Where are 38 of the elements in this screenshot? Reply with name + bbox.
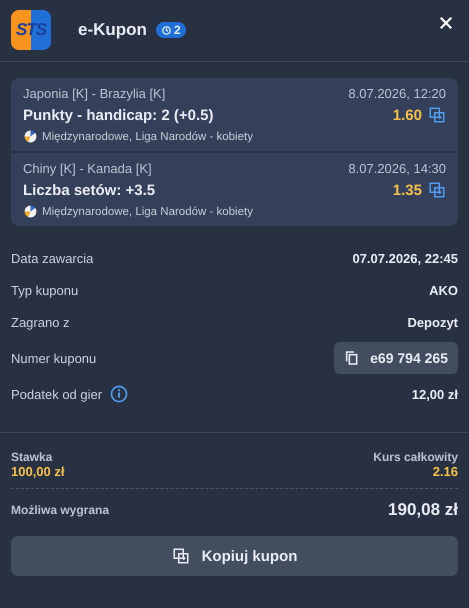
total-odds-label: Kurs całkowity — [373, 450, 458, 464]
league-name: Międzynarodowe, Liga Narodów - kobiety — [42, 130, 253, 142]
copy-icon — [428, 181, 446, 199]
clock-icon — [160, 24, 172, 36]
info-icon — [110, 385, 128, 403]
detail-label: Numer kuponu — [11, 350, 96, 366]
detail-label: Typ kuponu — [11, 282, 78, 298]
possible-win-value: 190,08 zł — [388, 500, 458, 520]
match-name: Japonia [K] - Brazylia [K] — [23, 86, 166, 101]
copy-coupon-button[interactable]: Kopiuj kupon — [11, 536, 458, 576]
copy-icon — [344, 350, 360, 366]
close-icon — [437, 14, 455, 32]
odds-value: 1.60 — [392, 106, 422, 124]
count-badge: 2 — [156, 22, 186, 38]
title: e-Kupon — [78, 20, 147, 40]
market-name: Liczba setów: +3.5 — [23, 182, 156, 198]
market-name: Punkty - handicap: 2 (+0.5) — [23, 106, 214, 124]
total-odds-value: 2.16 — [432, 464, 458, 479]
detail-label: Zagrano z — [11, 314, 70, 330]
detail-value: 12,00 zł — [412, 386, 458, 402]
odds-value: 1.35 — [392, 182, 422, 198]
match-time: 8.07.2026, 12:20 — [348, 86, 446, 101]
league-name: Międzynarodowe, Liga Narodów - kobiety — [42, 206, 253, 218]
match-time: 8.07.2026, 14:30 — [348, 161, 446, 176]
volleyball-icon — [23, 129, 38, 144]
detail-value: Depozyt — [407, 314, 458, 330]
copy-icon — [172, 547, 190, 565]
possible-win-label: Możliwa wygrana — [11, 503, 110, 517]
detail-value: 07.07.2026, 22:45 — [352, 250, 458, 266]
detail-label: Podatek od gier — [11, 386, 102, 402]
stake-label: Stawka — [11, 450, 54, 464]
match-name: Chiny [K] - Kanada [K] — [23, 161, 152, 176]
stake-value: 100,00 zł — [11, 464, 64, 479]
detail-value: AKO — [429, 282, 458, 298]
coupon-number-button[interactable]: e69 794 265 — [334, 342, 458, 374]
volleyball-icon — [23, 204, 38, 219]
detail-label: Data zawarcia — [11, 250, 94, 266]
copy-icon — [428, 106, 446, 124]
